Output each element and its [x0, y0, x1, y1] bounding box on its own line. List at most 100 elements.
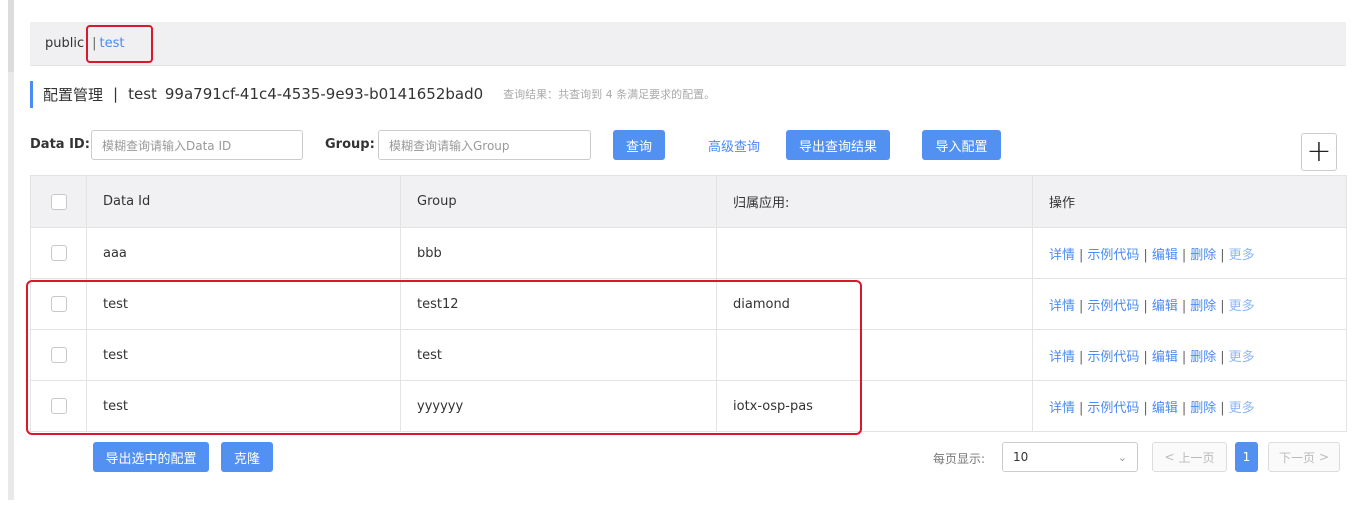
op-separator: | [1079, 400, 1084, 416]
namespace-bar: public | test [30, 22, 1346, 66]
sample-code-link[interactable]: 示例代码 [1087, 248, 1139, 263]
op-separator: | [1220, 349, 1225, 365]
group-input[interactable]: 模糊查询请输入Group [378, 130, 591, 160]
table-row: test test 详情 | 示例代码 | 编辑 | 删除 | 更多 [30, 329, 1347, 381]
plus-icon: + [1306, 134, 1332, 169]
import-config-button[interactable]: 导入配置 [922, 130, 1001, 160]
clone-button[interactable]: 克隆 [221, 442, 273, 472]
query-button[interactable]: 查询 [613, 130, 665, 160]
export-selected-button[interactable]: 导出选中的配置 [93, 442, 209, 472]
row-checkbox-cell [30, 278, 87, 330]
config-table: Data Id Group 归属应用: 操作 aaa bbb 详情 | 示例代码 | 编辑 |… [30, 175, 1347, 432]
header-group: Group [400, 175, 717, 228]
cell-app [716, 329, 1033, 381]
cell-ops: 详情 | 示例代码 | 编辑 | 删除 | 更多 [1032, 380, 1347, 432]
cell-data-id: test [86, 278, 401, 330]
row-checkbox[interactable] [50, 245, 67, 261]
op-separator: | [1143, 349, 1148, 365]
detail-link[interactable]: 详情 [1049, 401, 1075, 416]
row-checkbox-cell [30, 380, 87, 432]
header-ops: 操作 [1032, 175, 1347, 228]
row-checkbox[interactable] [50, 347, 67, 363]
more-link[interactable]: 更多 [1229, 248, 1255, 263]
cell-app [716, 227, 1033, 279]
table-header-row: Data Id Group 归属应用: 操作 [30, 175, 1347, 228]
op-separator: | [1079, 298, 1084, 314]
cell-data-id: test [86, 380, 401, 432]
namespace-public[interactable]: public [45, 36, 84, 51]
page-1-button[interactable]: 1 [1235, 442, 1258, 472]
cell-data-id: aaa [86, 227, 401, 279]
op-separator: | [1181, 400, 1187, 416]
highlight-box-namespace [86, 25, 153, 63]
title-separator: | [113, 85, 119, 103]
chevron-left-icon: < [1164, 450, 1175, 464]
more-link[interactable]: 更多 [1229, 299, 1255, 314]
row-checkbox-cell [30, 329, 87, 381]
op-separator: | [1220, 400, 1225, 416]
data-id-label: Data ID: [30, 137, 90, 152]
more-link[interactable]: 更多 [1229, 350, 1255, 365]
search-bar: Data ID: 模糊查询请输入Data ID Group: 模糊查询请输入Gr… [30, 130, 1350, 160]
next-page-button[interactable]: 下一页 > [1268, 442, 1340, 472]
sample-code-link[interactable]: 示例代码 [1087, 401, 1139, 416]
data-id-input[interactable]: 模糊查询请输入Data ID [91, 130, 303, 160]
per-page-select[interactable]: 10 ⌄ [1002, 442, 1138, 472]
edit-link[interactable]: 编辑 [1152, 401, 1178, 416]
chevron-down-icon: ⌄ [1117, 450, 1127, 464]
next-page-label: 下一页 [1278, 450, 1315, 465]
cell-group: yyyyyy [400, 380, 717, 432]
cell-group: test12 [400, 278, 717, 330]
op-separator: | [1079, 349, 1084, 365]
group-label: Group: [325, 137, 375, 152]
row-checkbox[interactable] [50, 398, 67, 414]
header-data-id: Data Id [86, 175, 401, 228]
title-namespace-id: 99a791cf-41c4-4535-9e93-b0141652bad0 [164, 85, 484, 103]
table-row: test yyyyyy iotx-osp-pas 详情 | 示例代码 | 编辑 | 删除 | 更多 [30, 380, 1347, 432]
cell-data-id: test [86, 329, 401, 381]
cell-ops: 详情 | 示例代码 | 编辑 | 删除 | 更多 [1032, 278, 1347, 330]
sample-code-link[interactable]: 示例代码 [1087, 299, 1139, 314]
title-namespace: test [128, 85, 157, 103]
table-row: aaa bbb 详情 | 示例代码 | 编辑 | 删除 | 更多 [30, 227, 1347, 279]
cell-group: test [400, 329, 717, 381]
detail-link[interactable]: 详情 [1049, 299, 1075, 314]
detail-link[interactable]: 详情 [1049, 350, 1075, 365]
detail-link[interactable]: 详情 [1049, 248, 1075, 263]
delete-link[interactable]: 删除 [1190, 350, 1216, 365]
prev-page-button[interactable]: < 上一页 [1152, 442, 1227, 472]
title-accent-bar [30, 80, 33, 108]
page-title: 配置管理 [43, 85, 104, 104]
left-scrollbar-track [8, 0, 14, 500]
edit-link[interactable]: 编辑 [1152, 248, 1178, 263]
op-separator: | [1181, 298, 1187, 314]
more-link[interactable]: 更多 [1229, 401, 1255, 416]
left-scrollbar-thumb[interactable] [8, 0, 14, 72]
op-separator: | [1143, 298, 1148, 314]
row-checkbox-cell [30, 227, 87, 279]
query-result-text: 查询结果：共查询到 4 条满足要求的配置。 [503, 88, 716, 101]
prev-page-label: 上一页 [1178, 450, 1215, 465]
header-checkbox-cell [30, 175, 87, 228]
cell-app: iotx-osp-pas [716, 380, 1033, 432]
edit-link[interactable]: 编辑 [1152, 299, 1178, 314]
chevron-right-icon: > [1318, 450, 1330, 464]
select-all-checkbox[interactable] [50, 193, 67, 210]
op-separator: | [1079, 247, 1084, 263]
add-config-button[interactable]: + [1301, 133, 1337, 171]
header-app: 归属应用: [716, 175, 1033, 228]
per-page-label: 每页显示: [933, 452, 986, 466]
op-separator: | [1181, 349, 1187, 365]
row-checkbox[interactable] [50, 296, 67, 312]
table-body: aaa bbb 详情 | 示例代码 | 编辑 | 删除 | 更多 test test12 diamond 详… [30, 227, 1347, 432]
cell-ops: 详情 | 示例代码 | 编辑 | 删除 | 更多 [1032, 329, 1347, 381]
delete-link[interactable]: 删除 [1190, 248, 1216, 263]
edit-link[interactable]: 编辑 [1152, 350, 1178, 365]
sample-code-link[interactable]: 示例代码 [1087, 350, 1139, 365]
delete-link[interactable]: 删除 [1190, 299, 1216, 314]
export-results-button[interactable]: 导出查询结果 [786, 130, 890, 160]
delete-link[interactable]: 删除 [1190, 401, 1216, 416]
op-separator: | [1143, 247, 1148, 263]
advanced-query-link[interactable]: 高级查询 [708, 136, 760, 155]
op-separator: | [1143, 400, 1148, 416]
